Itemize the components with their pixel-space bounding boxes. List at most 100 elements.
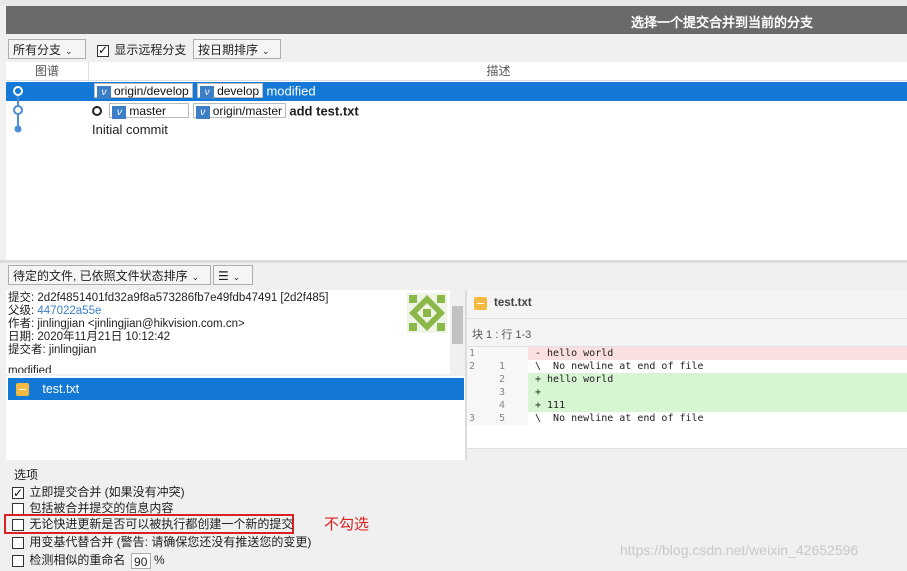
chevron-down-icon: ⌄ — [65, 46, 73, 56]
commit-refs: ν origin/develop ν develop modified — [94, 83, 316, 100]
hunk-header-text: 块 1 : 行 1-3 — [472, 329, 532, 341]
commit-message-partial: modified — [8, 365, 328, 373]
checkbox-icon[interactable] — [12, 485, 24, 501]
file-sort-dropdown[interactable]: 待定的文件, 已依照文件状态排序 ⌄ — [8, 265, 211, 285]
diff-line-del: 1 - hello world — [467, 347, 907, 360]
file-sort-label: 待定的文件, 已依照文件状态排序 — [13, 269, 188, 283]
old-line-number: 2 — [468, 361, 475, 372]
branch-tag[interactable]: ν origin/master — [192, 103, 287, 120]
watermark: https://blog.csdn.net/weixin_42652596 — [620, 542, 859, 558]
dialog-header: 选择一个提交合并到当前的分支 — [6, 6, 907, 34]
commit-row[interactable]: ν master ν origin/master add test.txt — [6, 101, 907, 120]
view-mode-dropdown[interactable]: ☰ ⌄ — [213, 265, 253, 285]
option-commit-immediately[interactable]: 立即提交合并 (如果没有冲突) — [12, 484, 185, 501]
line-number-gutter: 1 — [467, 347, 528, 360]
detail-label: 提交者: — [8, 344, 46, 356]
branch-filter-dropdown[interactable]: 所有分支 ⌄ — [8, 39, 86, 59]
commit-message-text: modified — [8, 365, 52, 373]
splitter-horizontal[interactable] — [0, 260, 907, 263]
detail-label: 日期: — [8, 331, 35, 343]
detail-label: 作者: — [8, 318, 35, 330]
modified-file-icon — [474, 297, 487, 310]
sort-dropdown[interactable]: 按日期排序 ⌄ — [193, 39, 281, 59]
commit-node-icon — [13, 105, 23, 115]
option-label: 无论快进更新是否可以被执行都创建一个新的提交 — [29, 517, 294, 531]
avatar — [407, 293, 447, 333]
branch-icon: ν — [112, 106, 127, 120]
parent-link[interactable]: 447022a55e — [37, 305, 101, 317]
checkbox-icon[interactable] — [12, 554, 24, 567]
option-label: 检测相似的重命名 — [29, 553, 126, 567]
option-rebase-instead[interactable]: 用变基代替合并 (警告: 请确保您还没有推送您的变更) — [12, 534, 311, 550]
commit-message: modified — [266, 83, 316, 99]
description-column-header[interactable]: 描述 — [88, 62, 907, 81]
line-number-gutter: 2 — [467, 373, 528, 386]
diff-panel: test.txt 块 1 : 行 1-3 1- hello world 2 1 \ N… — [467, 290, 907, 461]
diff-file-name: test.txt — [494, 297, 532, 309]
option-detect-renames[interactable]: 检测相似的重命名 90 % — [12, 552, 165, 569]
diff-line-text: + — [528, 386, 907, 399]
chevron-down-icon: ⌄ — [262, 46, 270, 56]
dialog-title: 选择一个提交合并到当前的分支 — [630, 15, 813, 30]
checkbox-icon[interactable] — [97, 43, 109, 57]
chevron-down-icon: ⌄ — [232, 272, 241, 282]
commit-hash-line: 提交: 2d2f4851401fd32a9f8a573286fb7e49fdb4… — [8, 292, 328, 305]
chevron-down-icon: ⌄ — [191, 272, 200, 282]
file-name: test.txt — [42, 382, 80, 396]
diff-line-ctx: 2 1 \ No newline at end of file — [467, 360, 907, 373]
diff-line-add: 2 + hello world — [467, 373, 907, 386]
option-no-fast-forward[interactable]: 无论快进更新是否可以被执行都创建一个新的提交 — [12, 516, 293, 532]
detail-label: 父级: — [8, 305, 35, 317]
diff-line-text: + 111 — [528, 399, 907, 412]
branch-tag-label: origin/master — [212, 104, 283, 119]
date-value: 2020年11月21日 10:12:42 — [37, 331, 171, 343]
details-scrollbar[interactable] — [450, 290, 465, 374]
show-remote-checkbox[interactable]: 显示远程分支 — [97, 41, 186, 58]
line-number-gutter: 3 — [467, 386, 528, 399]
option-label: 立即提交合并 (如果没有冲突) — [29, 485, 185, 499]
scrollbar-thumb[interactable] — [452, 306, 463, 344]
similarity-input[interactable]: 90 — [130, 552, 151, 569]
branch-tag[interactable]: ν origin/develop — [94, 83, 193, 100]
annotation-note: 不勾选 — [324, 516, 370, 533]
description-column-label: 描述 — [486, 64, 511, 78]
modified-file-icon — [16, 383, 29, 397]
sort-label: 按日期排序 — [198, 43, 259, 57]
commit-details-panel: 提交: 2d2f4851401fd32a9f8a573286fb7e49fdb4… — [6, 290, 465, 374]
branch-tag-label: develop — [217, 84, 260, 99]
line-number-gutter: 35 — [467, 412, 528, 425]
old-line-number: 1 — [468, 348, 475, 359]
commit-message: add test.txt — [289, 103, 359, 119]
diff-lines: 1- hello world 2 1 \ No newline at end of f… — [467, 347, 907, 425]
new-line-number: 2 — [498, 374, 505, 385]
diff-line-text: \ No newline at end of file — [528, 412, 907, 425]
diff-line-add: 3 + — [467, 386, 907, 399]
options-title: 选项 — [14, 468, 39, 482]
diff-line-ctx: 3 5 \ No newline at end of file — [467, 412, 907, 425]
graph-column-header[interactable]: 图谱 — [6, 62, 88, 81]
commit-row[interactable]: ν origin/develop ν develop modified — [6, 82, 907, 101]
branch-icon: ν — [195, 106, 210, 120]
parent-line: 父级: 447022a55e — [8, 305, 328, 318]
branch-icon: ν — [97, 86, 111, 100]
committer-line: 提交者: jinlingjian — [8, 344, 328, 357]
new-line-number: 5 — [498, 413, 505, 424]
checkbox-icon[interactable] — [12, 518, 24, 531]
option-label: 用变基代替合并 (警告: 请确保您还没有推送您的变更) — [29, 535, 312, 549]
commit-row[interactable]: Initial commit — [6, 120, 907, 139]
diff-file-header: test.txt — [467, 290, 907, 319]
branch-tag[interactable]: ν master — [109, 103, 190, 120]
option-label: 包括被合并提交的信息内容 — [29, 501, 174, 515]
line-number-gutter: 4 — [467, 399, 528, 412]
new-line-number: 4 — [498, 400, 505, 411]
file-list-item[interactable]: test.txt — [8, 378, 464, 400]
branch-tag[interactable]: ν develop — [197, 83, 264, 100]
checkbox-icon[interactable] — [12, 536, 24, 549]
diff-line-text: - hello world — [528, 347, 907, 360]
commit-message: Initial commit — [92, 122, 168, 137]
head-marker-icon — [92, 105, 102, 116]
file-list-panel: test.txt — [6, 376, 465, 460]
commit-hash: 2d2f4851401fd32a9f8a573286fb7e49fdb47491… — [37, 292, 329, 304]
line-number-gutter: 21 — [467, 360, 528, 373]
author-line: 作者: jinlingjian <jinlingjian@hikvision.c… — [8, 318, 328, 331]
